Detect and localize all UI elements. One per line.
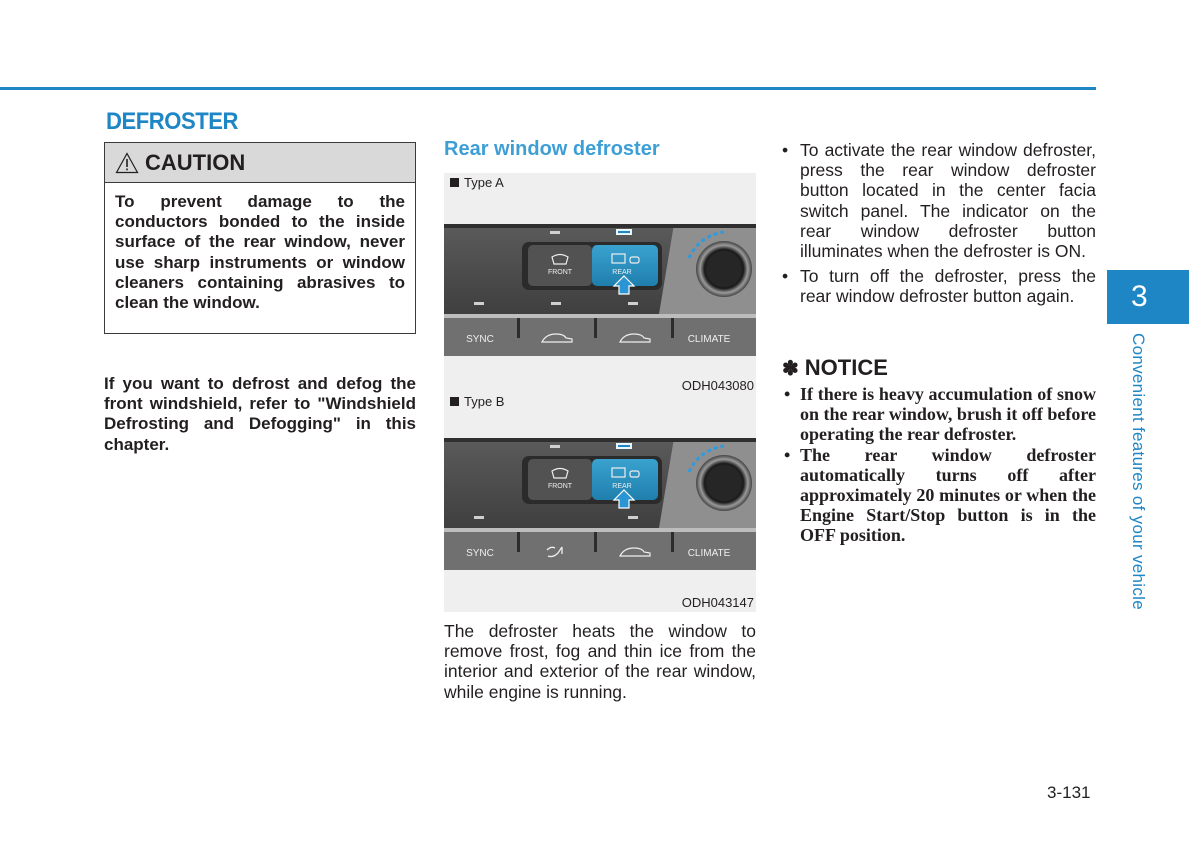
defroster-description: The defroster heats the window to remove… xyxy=(444,621,756,702)
square-bullet-icon xyxy=(450,397,459,406)
instruction-list: • To activate the rear window defroster,… xyxy=(782,140,1096,312)
caution-title: CAUTION xyxy=(145,149,246,175)
list-item: • If there is heavy accumulation of snow… xyxy=(784,384,1097,445)
list-item: • To activate the rear window defroster,… xyxy=(782,140,1096,262)
svg-text:FRONT: FRONT xyxy=(548,483,573,490)
rear-indicator xyxy=(616,229,632,235)
svg-text:SYNC: SYNC xyxy=(466,548,494,559)
section-title: DEFROSTER xyxy=(106,108,239,135)
bullet-icon: • xyxy=(784,384,791,404)
bullet-icon: • xyxy=(782,140,789,160)
figure-type-b: Type B FRONT REAR SYNC CLIMATE ODH043147 xyxy=(444,392,756,612)
bullet-icon: • xyxy=(784,444,791,465)
notice-list: • If there is heavy accumulation of snow… xyxy=(784,384,1096,546)
chapter-tab[interactable]: 3 xyxy=(1107,270,1189,324)
sync-label: SYNC xyxy=(466,334,494,345)
list-item: • The rear window defroster automaticall… xyxy=(784,444,1096,546)
front-defrost-button xyxy=(528,245,592,286)
svg-text:CLIMATE: CLIMATE xyxy=(688,548,731,559)
warning-triangle-icon xyxy=(115,151,139,173)
front-label: FRONT xyxy=(548,269,573,276)
list-item: • To turn off the defroster, press the r… xyxy=(782,266,1096,307)
climate-panel-illustration: FRONT REAR SYNC CLIMATE xyxy=(444,224,756,364)
refer-note: If you want to defrost and defog the fro… xyxy=(104,374,416,454)
climate-label: CLIMATE xyxy=(688,334,731,345)
caution-box: CAUTION To prevent damage to the conduct… xyxy=(104,142,416,334)
top-rule xyxy=(0,87,1096,90)
figure-code: ODH043080 xyxy=(681,378,754,393)
figure-label: Type A xyxy=(450,175,504,190)
rear-label: REAR xyxy=(612,269,631,276)
figure-type-a: Type A FRONT REAR SYNC CLIMATE ODH043080 xyxy=(444,173,756,395)
subsection-title: Rear window defroster xyxy=(444,138,660,160)
notice-star-icon: ✽ xyxy=(782,357,799,380)
chapter-title: Convenient features of your vehicle xyxy=(1129,333,1148,610)
figure-label: Type B xyxy=(450,394,504,409)
notice-title: ✽ NOTICE xyxy=(782,355,888,380)
square-bullet-icon xyxy=(450,178,459,187)
caution-body: To prevent damage to the conductors bond… xyxy=(115,192,405,313)
figure-code: ODH043147 xyxy=(681,595,754,610)
svg-text:REAR: REAR xyxy=(612,483,631,490)
climate-panel-illustration: FRONT REAR SYNC CLIMATE xyxy=(444,438,756,578)
caution-header: CAUTION xyxy=(105,143,415,183)
bullet-icon: • xyxy=(782,266,789,287)
page-number: 3-131 xyxy=(1047,783,1091,802)
